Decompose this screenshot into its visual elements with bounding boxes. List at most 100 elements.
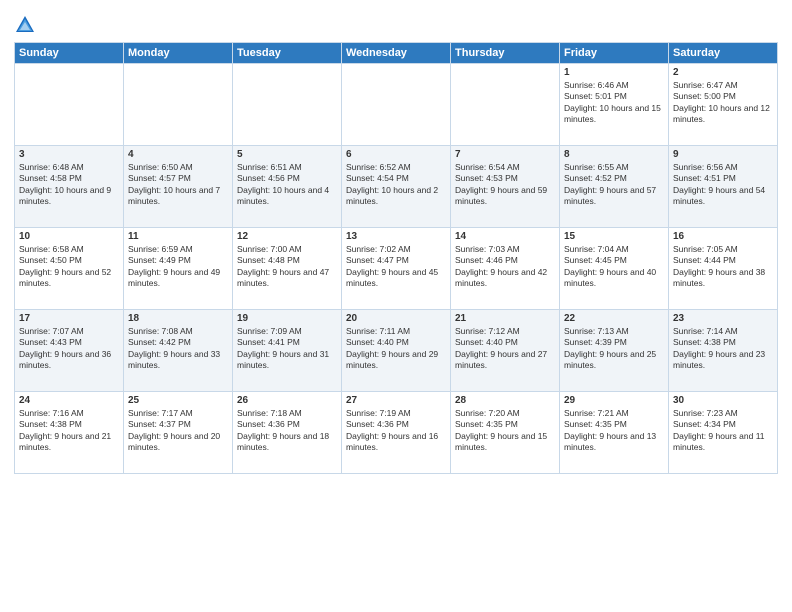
day-cell: 14 Sunrise: 7:03 AM Sunset: 4:46 PM Dayli… bbox=[451, 228, 560, 310]
day-cell bbox=[451, 64, 560, 146]
day-info: Sunrise: 7:08 AM Sunset: 4:42 PM Dayligh… bbox=[128, 326, 220, 370]
day-cell: 17 Sunrise: 7:07 AM Sunset: 4:43 PM Dayli… bbox=[15, 310, 124, 392]
week-row-5: 24 Sunrise: 7:16 AM Sunset: 4:38 PM Dayli… bbox=[15, 392, 778, 474]
day-cell: 7Sunrise: 6:54 AM Sunset: 4:53 PM Daylig… bbox=[451, 146, 560, 228]
day-info: Sunrise: 6:51 AM Sunset: 4:56 PM Dayligh… bbox=[237, 162, 329, 206]
day-cell bbox=[233, 64, 342, 146]
day-number: 3 bbox=[19, 149, 119, 160]
header-row: SundayMondayTuesdayWednesdayThursdayFrid… bbox=[15, 43, 778, 64]
col-header-saturday: Saturday bbox=[669, 43, 778, 64]
logo-icon bbox=[14, 14, 36, 36]
day-info: Sunrise: 7:20 AM Sunset: 4:35 PM Dayligh… bbox=[455, 408, 547, 452]
day-number: 6 bbox=[346, 149, 446, 160]
week-row-4: 17 Sunrise: 7:07 AM Sunset: 4:43 PM Dayli… bbox=[15, 310, 778, 392]
header bbox=[14, 10, 778, 36]
day-number: 15 bbox=[564, 231, 664, 242]
day-info: Sunrise: 7:23 AM Sunset: 4:34 PM Dayligh… bbox=[673, 408, 765, 452]
day-info: Sunrise: 7:11 AM Sunset: 4:40 PM Dayligh… bbox=[346, 326, 438, 370]
day-cell: 26Sunrise: 7:18 AM Sunset: 4:36 PM Dayli… bbox=[233, 392, 342, 474]
day-info: Sunrise: 7:02 AM Sunset: 4:47 PM Dayligh… bbox=[346, 244, 438, 288]
day-cell: 19 Sunrise: 7:09 AM Sunset: 4:41 PM Dayli… bbox=[233, 310, 342, 392]
day-cell: 22 Sunrise: 7:13 AM Sunset: 4:39 PM Dayli… bbox=[560, 310, 669, 392]
day-info: Sunrise: 6:56 AM Sunset: 4:51 PM Dayligh… bbox=[673, 162, 765, 206]
day-number: 25 bbox=[128, 395, 228, 406]
day-number: 30 bbox=[673, 395, 773, 406]
page: SundayMondayTuesdayWednesdayThursdayFrid… bbox=[0, 0, 792, 612]
day-cell: 27 Sunrise: 7:19 AM Sunset: 4:36 PM Dayli… bbox=[342, 392, 451, 474]
day-info: Sunrise: 7:12 AM Sunset: 4:40 PM Dayligh… bbox=[455, 326, 547, 370]
day-cell bbox=[342, 64, 451, 146]
day-cell: 13 Sunrise: 7:02 AM Sunset: 4:47 PM Dayli… bbox=[342, 228, 451, 310]
day-number: 19 bbox=[237, 313, 337, 324]
day-info: Sunrise: 7:16 AM Sunset: 4:38 PM Dayligh… bbox=[19, 408, 111, 452]
day-number: 2 bbox=[673, 67, 773, 78]
day-cell: 25 Sunrise: 7:17 AM Sunset: 4:37 PM Dayli… bbox=[124, 392, 233, 474]
day-info: Sunrise: 7:17 AM Sunset: 4:37 PM Dayligh… bbox=[128, 408, 220, 452]
day-info: Sunrise: 7:21 AM Sunset: 4:35 PM Dayligh… bbox=[564, 408, 656, 452]
day-cell: 18 Sunrise: 7:08 AM Sunset: 4:42 PM Dayli… bbox=[124, 310, 233, 392]
day-info: Sunrise: 7:04 AM Sunset: 4:45 PM Dayligh… bbox=[564, 244, 656, 288]
day-cell: 29Sunrise: 7:21 AM Sunset: 4:35 PM Dayli… bbox=[560, 392, 669, 474]
day-info: Sunrise: 7:19 AM Sunset: 4:36 PM Dayligh… bbox=[346, 408, 438, 452]
day-cell: 2 Sunrise: 6:47 AM Sunset: 5:00 PM Daylig… bbox=[669, 64, 778, 146]
day-info: Sunrise: 7:03 AM Sunset: 4:46 PM Dayligh… bbox=[455, 244, 547, 288]
day-info: Sunrise: 6:59 AM Sunset: 4:49 PM Dayligh… bbox=[128, 244, 220, 288]
day-cell: 24 Sunrise: 7:16 AM Sunset: 4:38 PM Dayli… bbox=[15, 392, 124, 474]
day-cell: 10Sunrise: 6:58 AM Sunset: 4:50 PM Dayli… bbox=[15, 228, 124, 310]
col-header-monday: Monday bbox=[124, 43, 233, 64]
col-header-friday: Friday bbox=[560, 43, 669, 64]
day-info: Sunrise: 6:46 AM Sunset: 5:01 PM Dayligh… bbox=[564, 80, 661, 124]
day-info: Sunrise: 6:58 AM Sunset: 4:50 PM Dayligh… bbox=[19, 244, 111, 288]
day-number: 28 bbox=[455, 395, 555, 406]
day-info: Sunrise: 7:07 AM Sunset: 4:43 PM Dayligh… bbox=[19, 326, 111, 370]
week-row-3: 10Sunrise: 6:58 AM Sunset: 4:50 PM Dayli… bbox=[15, 228, 778, 310]
day-number: 26 bbox=[237, 395, 337, 406]
logo bbox=[14, 14, 40, 36]
day-number: 9 bbox=[673, 149, 773, 160]
day-info: Sunrise: 7:00 AM Sunset: 4:48 PM Dayligh… bbox=[237, 244, 329, 288]
day-info: Sunrise: 6:48 AM Sunset: 4:58 PM Dayligh… bbox=[19, 162, 111, 206]
day-number: 17 bbox=[19, 313, 119, 324]
col-header-tuesday: Tuesday bbox=[233, 43, 342, 64]
day-cell: 9 Sunrise: 6:56 AM Sunset: 4:51 PM Daylig… bbox=[669, 146, 778, 228]
day-number: 12 bbox=[237, 231, 337, 242]
day-number: 21 bbox=[455, 313, 555, 324]
day-number: 23 bbox=[673, 313, 773, 324]
day-info: Sunrise: 6:47 AM Sunset: 5:00 PM Dayligh… bbox=[673, 80, 770, 124]
day-number: 16 bbox=[673, 231, 773, 242]
day-number: 24 bbox=[19, 395, 119, 406]
day-number: 13 bbox=[346, 231, 446, 242]
day-number: 1 bbox=[564, 67, 664, 78]
day-info: Sunrise: 7:05 AM Sunset: 4:44 PM Dayligh… bbox=[673, 244, 765, 288]
col-header-thursday: Thursday bbox=[451, 43, 560, 64]
day-number: 11 bbox=[128, 231, 228, 242]
day-cell: 20Sunrise: 7:11 AM Sunset: 4:40 PM Dayli… bbox=[342, 310, 451, 392]
day-cell: 28 Sunrise: 7:20 AM Sunset: 4:35 PM Dayli… bbox=[451, 392, 560, 474]
day-number: 4 bbox=[128, 149, 228, 160]
week-row-2: 3 Sunrise: 6:48 AM Sunset: 4:58 PM Daylig… bbox=[15, 146, 778, 228]
day-cell: 4 Sunrise: 6:50 AM Sunset: 4:57 PM Daylig… bbox=[124, 146, 233, 228]
day-info: Sunrise: 7:13 AM Sunset: 4:39 PM Dayligh… bbox=[564, 326, 656, 370]
day-cell: 1 Sunrise: 6:46 AM Sunset: 5:01 PM Daylig… bbox=[560, 64, 669, 146]
day-cell: 11 Sunrise: 6:59 AM Sunset: 4:49 PM Dayli… bbox=[124, 228, 233, 310]
day-cell: 15 Sunrise: 7:04 AM Sunset: 4:45 PM Dayli… bbox=[560, 228, 669, 310]
day-cell: 30 Sunrise: 7:23 AM Sunset: 4:34 PM Dayli… bbox=[669, 392, 778, 474]
day-number: 14 bbox=[455, 231, 555, 242]
day-info: Sunrise: 6:55 AM Sunset: 4:52 PM Dayligh… bbox=[564, 162, 656, 206]
day-cell bbox=[15, 64, 124, 146]
day-cell: 8Sunrise: 6:55 AM Sunset: 4:52 PM Daylig… bbox=[560, 146, 669, 228]
day-cell: 3 Sunrise: 6:48 AM Sunset: 4:58 PM Daylig… bbox=[15, 146, 124, 228]
day-number: 22 bbox=[564, 313, 664, 324]
day-info: Sunrise: 6:52 AM Sunset: 4:54 PM Dayligh… bbox=[346, 162, 438, 206]
day-cell bbox=[124, 64, 233, 146]
day-cell: 12 Sunrise: 7:00 AM Sunset: 4:48 PM Dayli… bbox=[233, 228, 342, 310]
day-cell: 23Sunrise: 7:14 AM Sunset: 4:38 PM Dayli… bbox=[669, 310, 778, 392]
day-number: 18 bbox=[128, 313, 228, 324]
day-number: 5 bbox=[237, 149, 337, 160]
day-cell: 6 Sunrise: 6:52 AM Sunset: 4:54 PM Daylig… bbox=[342, 146, 451, 228]
day-info: Sunrise: 6:50 AM Sunset: 4:57 PM Dayligh… bbox=[128, 162, 220, 206]
day-info: Sunrise: 7:09 AM Sunset: 4:41 PM Dayligh… bbox=[237, 326, 329, 370]
day-number: 27 bbox=[346, 395, 446, 406]
day-cell: 5 Sunrise: 6:51 AM Sunset: 4:56 PM Daylig… bbox=[233, 146, 342, 228]
week-row-1: 1 Sunrise: 6:46 AM Sunset: 5:01 PM Daylig… bbox=[15, 64, 778, 146]
